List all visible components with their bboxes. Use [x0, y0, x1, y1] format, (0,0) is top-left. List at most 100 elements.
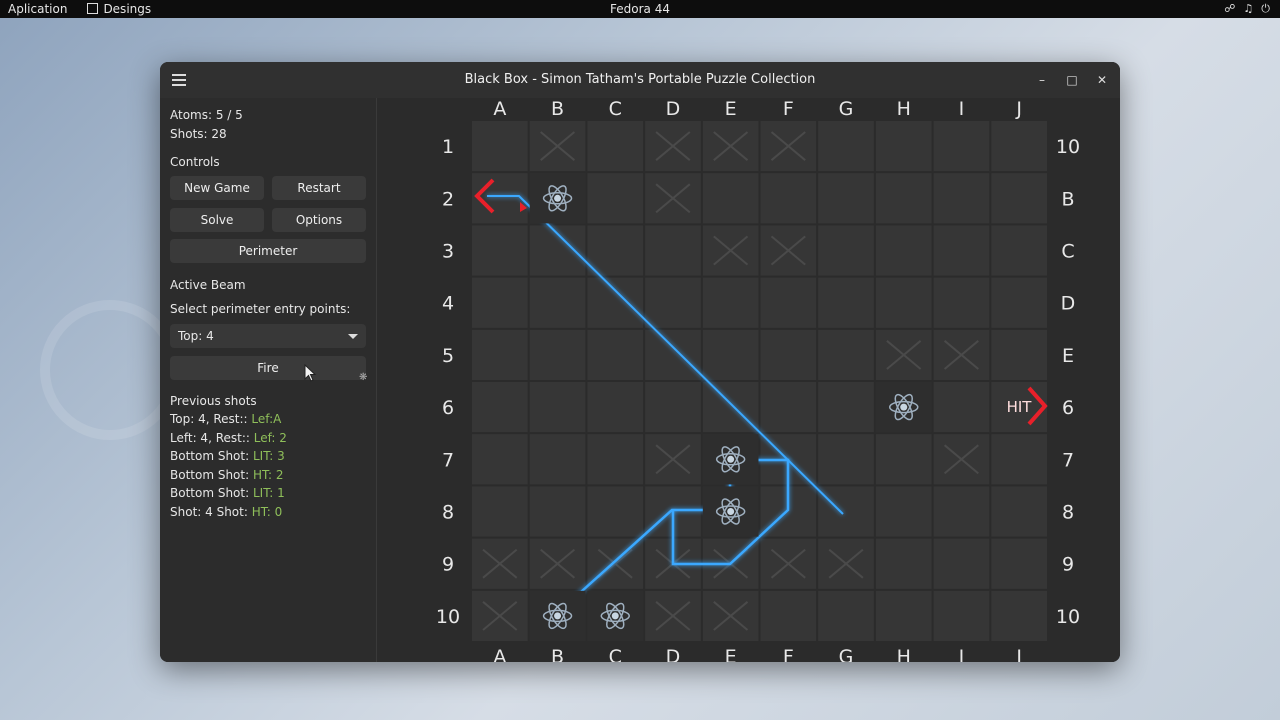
perimeter-button[interactable]: Perimeter: [170, 239, 366, 263]
puzzle-board[interactable]: A B C D E F G H I J A B C D E F G H I I 1 2 3 4 5 6 7 8 9 10 10 B C D E 6 7 8…: [377, 98, 1120, 662]
solve-button[interactable]: Solve: [170, 208, 264, 232]
grid-cell[interactable]: [702, 277, 759, 328]
grid-cell[interactable]: [933, 486, 990, 537]
app-menu[interactable]: Aplication: [8, 1, 67, 17]
shot-result: LIT: 1: [252, 486, 285, 500]
grid-cell[interactable]: [991, 173, 1047, 224]
grid-cell[interactable]: [472, 434, 528, 485]
row-label-right: B: [1061, 188, 1074, 210]
grid-cell[interactable]: [933, 382, 990, 433]
shot-history-row: Top: 4, Rest:: Lef:A: [170, 412, 281, 426]
grid-cell[interactable]: [760, 590, 817, 641]
grid-cell[interactable]: [933, 173, 990, 224]
grid-cell[interactable]: [818, 329, 874, 380]
grid-cell[interactable]: [645, 277, 701, 328]
grid-cell[interactable]: [818, 225, 874, 276]
minimize-icon[interactable]: –: [1032, 70, 1052, 90]
grid-cell[interactable]: [818, 173, 874, 224]
window-title: Black Box - Simon Tatham's Portable Puzz…: [464, 72, 816, 87]
grid-cell[interactable]: [875, 434, 932, 485]
row-label-right: 10: [1056, 606, 1080, 628]
grid-cell[interactable]: [472, 225, 528, 276]
shots-count: Shots: 28: [170, 127, 227, 141]
grid-cell[interactable]: [818, 486, 874, 537]
grid-cell[interactable]: [991, 486, 1047, 537]
grid-cell[interactable]: [875, 538, 932, 589]
grid-cell[interactable]: [760, 173, 817, 224]
grid-cell[interactable]: [875, 173, 932, 224]
options-button[interactable]: Options: [272, 208, 366, 232]
grid-cell[interactable]: [587, 434, 644, 485]
maximize-icon[interactable]: □: [1062, 70, 1082, 90]
grid-cell[interactable]: [875, 486, 932, 537]
grid-cell[interactable]: [760, 277, 817, 328]
grid-cell[interactable]: [587, 382, 644, 433]
grid-cell[interactable]: [991, 277, 1047, 328]
grid-cell[interactable]: [645, 382, 701, 433]
grid-cell[interactable]: [702, 382, 759, 433]
shot-result: Lef: 2: [253, 430, 287, 445]
grid-cell[interactable]: [991, 434, 1047, 485]
network-icon[interactable]: ☍: [1224, 1, 1235, 17]
grid-cell[interactable]: [587, 173, 644, 224]
volume-icon[interactable]: ♫: [1243, 1, 1253, 17]
grid-cell[interactable]: [529, 329, 586, 380]
grid-cell[interactable]: [818, 434, 874, 485]
grid-cell[interactable]: [875, 225, 932, 276]
fire-button[interactable]: Fire: [170, 356, 366, 380]
hit-label: HIT: [1007, 398, 1033, 416]
grid-cell[interactable]: [702, 173, 759, 224]
entry-point-select[interactable]: Top: 4: [170, 324, 366, 348]
grid-cell[interactable]: [587, 329, 644, 380]
grid-cell[interactable]: [760, 382, 817, 433]
grid-cell[interactable]: [875, 277, 932, 328]
designs-menu[interactable]: Desings: [87, 1, 151, 17]
close-icon[interactable]: ✕: [1092, 70, 1112, 90]
grid-cell[interactable]: [875, 121, 932, 172]
grid-cell[interactable]: [587, 225, 644, 276]
grid-cell[interactable]: [991, 329, 1047, 380]
grid-cell[interactable]: [645, 329, 701, 380]
grid-cell[interactable]: [933, 121, 990, 172]
grid-cell[interactable]: [645, 225, 701, 276]
resize-grip-icon[interactable]: ❋: [359, 372, 367, 383]
grid-cell[interactable]: [702, 329, 759, 380]
grid-cell[interactable]: [529, 486, 586, 537]
topbar-clock-label: Fedora 44: [610, 2, 670, 16]
column-label-bottom: E: [725, 646, 737, 662]
grid-cell[interactable]: [933, 590, 990, 641]
new-game-button[interactable]: New Game: [170, 176, 264, 200]
row-label-left: 3: [442, 241, 454, 263]
column-label-bottom: B: [551, 646, 564, 662]
grid-cell[interactable]: [818, 121, 874, 172]
power-icon[interactable]: ⏻: [1261, 1, 1270, 17]
grid-cell[interactable]: [529, 277, 586, 328]
grid-cell[interactable]: [818, 277, 874, 328]
grid-cell[interactable]: [933, 538, 990, 589]
grid-cell[interactable]: [991, 538, 1047, 589]
grid-cell[interactable]: [818, 590, 874, 641]
grid-cell[interactable]: [933, 277, 990, 328]
board-area: A B C D E F G H I J A B C D E F G H I I 1 2 3 4 5 6 7 8 9 10 10 B C D E 6 7 8…: [377, 98, 1120, 662]
grid-cell[interactable]: [587, 121, 644, 172]
grid-cell[interactable]: [933, 225, 990, 276]
grid-cell[interactable]: [587, 486, 644, 537]
restart-button[interactable]: Restart: [272, 176, 366, 200]
grid-cell[interactable]: [472, 277, 528, 328]
grid-cell[interactable]: [529, 382, 586, 433]
grid-cell[interactable]: [472, 486, 528, 537]
grid-cell[interactable]: [529, 434, 586, 485]
grid-cell[interactable]: [760, 329, 817, 380]
grid-cell[interactable]: [472, 382, 528, 433]
grid-cell[interactable]: [472, 329, 528, 380]
grid-cell[interactable]: [472, 121, 528, 172]
grid-cell[interactable]: [818, 382, 874, 433]
grid-cell[interactable]: [991, 121, 1047, 172]
grid-cell[interactable]: [875, 590, 932, 641]
grid-cell[interactable]: [991, 225, 1047, 276]
grid-cell[interactable]: [991, 590, 1047, 641]
grid-cell[interactable]: [587, 277, 644, 328]
column-label-bottom: D: [666, 646, 681, 662]
column-label-bottom: F: [783, 646, 794, 662]
column-label-top: D: [666, 98, 681, 120]
